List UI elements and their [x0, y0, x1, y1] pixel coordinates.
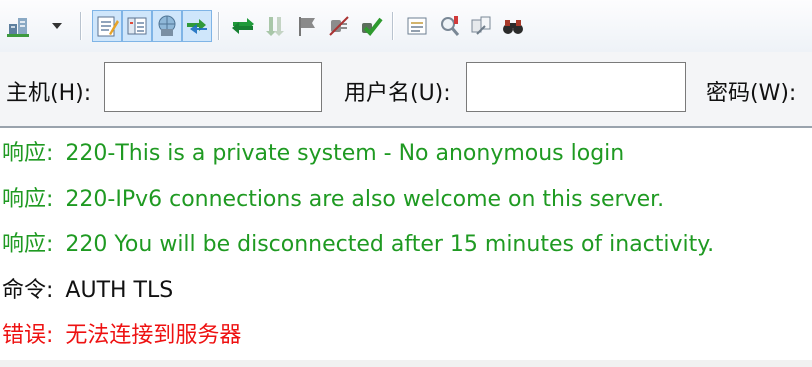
host-input[interactable] [104, 62, 322, 112]
directory-comparison-button[interactable] [434, 10, 464, 42]
toolbar-separator [218, 12, 220, 40]
log-text: 220 You will be disconnected after 15 mi… [65, 232, 715, 257]
directory-comparison-icon [441, 16, 460, 36]
toolbar-separator [80, 12, 82, 40]
log-prefix: 响应: [2, 187, 54, 212]
log-prefix: 响应: [2, 232, 54, 257]
transfer-queue-toggle-icon [187, 19, 207, 34]
site-manager-button[interactable] [4, 10, 34, 42]
toolbar-separator [392, 12, 394, 40]
log-line-response: 响应: 220-IPv6 connections are also welcome… [2, 185, 664, 215]
cancel-operation-button[interactable] [292, 10, 322, 42]
log-prefix: 命令: [2, 278, 54, 303]
toggle-local-tree-button[interactable] [122, 10, 152, 42]
disconnect-icon [329, 16, 349, 36]
log-line-command: 命令: AUTH TLS [2, 276, 173, 306]
host-label: 主机(H): [6, 81, 92, 106]
toggle-remote-tree-button[interactable] [152, 10, 182, 42]
site-manager-dropdown[interactable] [46, 10, 68, 42]
toggle-message-log-button[interactable] [92, 10, 122, 42]
main-toolbar [0, 0, 812, 52]
synchronized-browsing-button[interactable] [466, 10, 496, 42]
local-tree-toggle-icon [127, 17, 147, 35]
log-text: 无法连接到服务器 [65, 323, 242, 348]
log-prefix: 错误: [2, 323, 54, 348]
username-label: 用户名(U): [344, 81, 451, 106]
directory-filter-button[interactable] [402, 10, 432, 42]
log-text: 220-This is a private system - No anonym… [65, 141, 625, 166]
process-queue-icon [266, 17, 284, 36]
refresh-button[interactable] [228, 10, 258, 42]
reconnect-icon [362, 17, 383, 37]
message-log-toggle-icon [97, 16, 119, 37]
log-line-response: 响应: 220 You will be disconnected after 15… [2, 230, 714, 260]
quickconnect-bar: 主机(H): 用户名(U): 密码(W): [0, 52, 812, 128]
search-remote-files-button[interactable] [498, 10, 528, 42]
toggle-transfer-queue-button[interactable] [182, 10, 212, 42]
log-line-response: 响应: 220-This is a private system - No ano… [2, 139, 624, 169]
log-text: 220-IPv6 connections are also welcome on… [65, 187, 665, 212]
log-line-error: 错误: 无法连接到服务器 [2, 321, 241, 351]
site-manager-icon [7, 18, 29, 37]
synchronized-browsing-icon [471, 16, 491, 35]
password-label: 密码(W): [706, 81, 797, 106]
chevron-down-icon [52, 23, 62, 29]
remote-tree-toggle-icon [158, 15, 176, 36]
log-prefix: 响应: [2, 141, 54, 166]
cancel-operation-icon [299, 17, 315, 36]
reconnect-button[interactable] [356, 10, 386, 42]
refresh-icon [232, 18, 254, 34]
directory-filter-icon [407, 17, 427, 35]
search-remote-files-icon [503, 20, 523, 34]
log-bottom-edge [0, 360, 812, 367]
message-log[interactable]: 响应: 220-This is a private system - No ano… [0, 128, 812, 364]
username-input[interactable] [466, 62, 686, 112]
disconnect-button[interactable] [324, 10, 354, 42]
log-text: AUTH TLS [65, 278, 174, 303]
process-queue-button[interactable] [260, 10, 290, 42]
